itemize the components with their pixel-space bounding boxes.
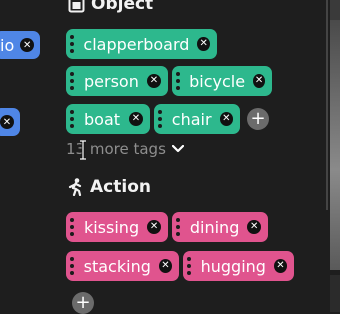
drag-handle-icon[interactable]: [70, 110, 76, 128]
tag-label: kissing: [83, 217, 140, 237]
tag-label: hugging: [200, 256, 266, 276]
tag-label: bicycle: [189, 71, 246, 91]
close-icon[interactable]: ✕: [197, 37, 210, 51]
left-tag-chip[interactable]: io ✕: [0, 31, 41, 59]
tag-chip-stacking[interactable]: stacking ✕: [66, 251, 179, 281]
object-section-title: Object: [91, 0, 154, 14]
tag-label: dining: [189, 217, 240, 237]
close-icon[interactable]: ✕: [20, 38, 35, 52]
add-object-tag-button[interactable]: +: [247, 108, 269, 130]
panel-divider: [326, 0, 328, 210]
drag-handle-icon[interactable]: [70, 257, 76, 275]
action-section-header: Action: [68, 177, 151, 197]
tag-chip-hugging[interactable]: hugging ✕: [183, 251, 294, 281]
close-icon[interactable]: ✕: [247, 220, 261, 234]
close-icon[interactable]: ✕: [253, 74, 265, 88]
close-icon[interactable]: ✕: [273, 259, 287, 273]
drag-handle-icon[interactable]: [70, 218, 76, 236]
close-icon[interactable]: ✕: [129, 112, 143, 126]
preview-image: [330, 20, 340, 270]
preview-image-2: [330, 275, 340, 312]
tag-chip-dining[interactable]: dining ✕: [172, 212, 268, 242]
plus-icon: +: [250, 108, 266, 129]
tag-chip-boat[interactable]: boat ✕: [66, 104, 150, 134]
tag-label: boat: [84, 109, 121, 129]
plus-icon: +: [75, 292, 91, 313]
tag-chip-clapperboard[interactable]: clapperboard ✕: [66, 29, 217, 59]
drag-handle-icon[interactable]: [187, 257, 193, 275]
left-tag-chip-2[interactable]: ✕: [0, 108, 20, 136]
drag-handle-icon[interactable]: [70, 72, 76, 90]
drag-handle-icon[interactable]: [176, 72, 181, 90]
tag-chip-chair[interactable]: chair ✕: [154, 104, 240, 134]
object-section-header: Object: [68, 0, 153, 14]
tag-panel: io ✕ ✕ Object clapperboard ✕ person ✕ bi…: [0, 0, 340, 314]
close-icon[interactable]: ✕: [158, 259, 172, 273]
add-action-tag-button[interactable]: +: [72, 292, 94, 314]
person-action-icon: [68, 178, 82, 196]
drag-handle-icon[interactable]: [70, 35, 75, 53]
tag-label: chair: [171, 109, 212, 129]
drag-handle-icon[interactable]: [158, 110, 164, 128]
tag-chip-bicycle[interactable]: bicycle ✕: [172, 66, 272, 96]
left-tag-label: io: [0, 35, 15, 55]
tag-label: person: [84, 71, 139, 91]
close-icon[interactable]: ✕: [0, 115, 14, 129]
tag-label: clapperboard: [83, 34, 190, 54]
close-icon[interactable]: ✕: [147, 220, 161, 234]
tag-chip-person[interactable]: person ✕: [66, 66, 168, 96]
drag-handle-icon[interactable]: [176, 218, 182, 236]
chevron-down-icon: [171, 141, 184, 157]
text-cursor-icon: [80, 140, 86, 160]
action-section-title: Action: [90, 177, 151, 197]
close-icon[interactable]: ✕: [219, 112, 233, 126]
close-icon[interactable]: ✕: [147, 74, 161, 88]
tag-chip-kissing[interactable]: kissing ✕: [66, 212, 168, 242]
box-icon: [68, 0, 85, 12]
tag-label: stacking: [83, 256, 151, 276]
